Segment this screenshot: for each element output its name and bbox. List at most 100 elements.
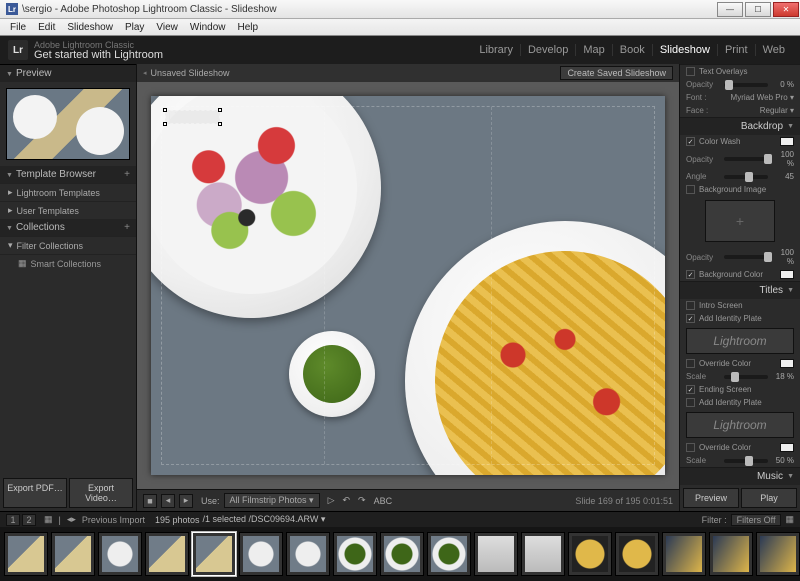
menu-help[interactable]: Help — [231, 22, 264, 33]
backdrop-header[interactable]: Backdrop▼ — [680, 118, 800, 135]
template-item[interactable]: ▸Lightroom Templates — [0, 183, 136, 201]
create-saved-slideshow-button[interactable]: Create Saved Slideshow — [560, 66, 673, 80]
filter-lock-icon[interactable]: ▦ — [785, 514, 794, 525]
filmstrip-thumb[interactable] — [427, 532, 471, 576]
module-book[interactable]: Book — [612, 44, 652, 56]
colorwash-swatch[interactable] — [780, 137, 794, 146]
module-library[interactable]: Library — [472, 44, 520, 56]
export-pdf-button[interactable]: Export PDF… — [3, 478, 67, 508]
stop-button[interactable]: ■ — [143, 494, 157, 508]
menu-file[interactable]: File — [4, 22, 32, 33]
filmstrip[interactable] — [0, 527, 800, 581]
add-identity-toggle[interactable]: Add Identity Plate — [680, 312, 800, 325]
filmstrip-thumb[interactable] — [662, 532, 706, 576]
nav-fwd-icon[interactable]: ▸ — [71, 514, 76, 525]
opacity-slider[interactable] — [724, 83, 768, 87]
filmstrip-thumb[interactable] — [709, 532, 753, 576]
export-video-button[interactable]: Export Video… — [69, 478, 133, 508]
filmstrip-thumb[interactable] — [98, 532, 142, 576]
resize-handle[interactable] — [218, 122, 222, 126]
identity-plate-preview-2[interactable]: Lightroom — [686, 412, 794, 438]
minimize-button[interactable]: — — [717, 2, 743, 17]
add-collection-button[interactable]: + — [124, 222, 130, 233]
use-dropdown[interactable]: All Filmstrip Photos ▾ — [224, 493, 320, 508]
filter-dropdown[interactable]: Filters Off — [731, 514, 782, 526]
override-swatch[interactable] — [780, 359, 794, 368]
filmstrip-thumb[interactable] — [192, 532, 236, 576]
collapse-left-icon[interactable]: ◂ — [143, 69, 147, 77]
filmstrip-thumb[interactable] — [615, 532, 659, 576]
source-label[interactable]: Previous Import — [82, 515, 145, 525]
filmstrip-thumb[interactable] — [333, 532, 377, 576]
grid-icon[interactable]: ▦ — [44, 514, 53, 525]
display-2-button[interactable]: 2 — [22, 514, 36, 526]
bg-image-toggle[interactable]: Background Image — [680, 183, 800, 196]
collections-header[interactable]: ▼Collections + — [0, 219, 136, 236]
add-identity2-toggle[interactable]: Add Identity Plate — [680, 396, 800, 409]
menu-edit[interactable]: Edit — [32, 22, 61, 33]
filmstrip-thumb[interactable] — [380, 532, 424, 576]
identity-plate-overlay[interactable]: Lightroom — [165, 110, 220, 124]
ending-screen-toggle[interactable]: Ending Screen — [680, 383, 800, 396]
add-template-button[interactable]: + — [124, 169, 130, 180]
next-slide-button[interactable]: ▸ — [179, 494, 193, 508]
maximize-button[interactable]: ☐ — [745, 2, 771, 17]
text-overlays-toggle[interactable]: Text Overlays — [680, 65, 800, 78]
prev-slide-button[interactable]: ◂ — [161, 494, 175, 508]
text-overlay-button[interactable]: ABC — [374, 496, 393, 506]
checkbox-icon[interactable] — [686, 67, 695, 76]
rotate-ccw-icon[interactable]: ↶ — [343, 495, 351, 506]
scale-slider[interactable] — [724, 375, 768, 379]
rotate-cw-icon[interactable]: ↷ — [358, 495, 366, 506]
slideshow-stage[interactable]: Lightroom — [137, 82, 679, 489]
bg-color-toggle[interactable]: Background Color — [680, 268, 800, 281]
font-dropdown[interactable]: Myriad Web Pro ▾ — [724, 93, 794, 102]
menu-play[interactable]: Play — [119, 22, 150, 33]
preview-button[interactable]: Preview — [683, 488, 739, 508]
color-wash-toggle[interactable]: Color Wash — [680, 135, 800, 148]
checkbox-icon[interactable] — [686, 359, 695, 368]
menu-window[interactable]: Window — [184, 22, 232, 33]
close-button[interactable]: ✕ — [773, 2, 799, 17]
cw-opacity-slider[interactable] — [724, 157, 768, 161]
filmstrip-thumb[interactable] — [756, 532, 800, 576]
module-map[interactable]: Map — [575, 44, 611, 56]
scale2-slider[interactable] — [724, 459, 768, 463]
checkbox-icon[interactable] — [686, 385, 695, 394]
preview-panel-header[interactable]: ▼Preview — [0, 65, 136, 82]
slide-canvas[interactable]: Lightroom — [151, 96, 665, 475]
module-web[interactable]: Web — [755, 44, 792, 56]
override2-swatch[interactable] — [780, 443, 794, 452]
play-button[interactable]: Play — [741, 488, 797, 508]
menu-view[interactable]: View — [150, 22, 184, 33]
preview-thumbnail[interactable] — [6, 88, 130, 160]
override-color2-toggle[interactable]: Override Color — [680, 441, 800, 454]
checkbox-icon[interactable] — [686, 270, 695, 279]
override-color-toggle[interactable]: Override Color — [680, 357, 800, 370]
checkbox-icon[interactable] — [686, 398, 695, 407]
checkbox-icon[interactable] — [686, 301, 695, 310]
cw-angle-slider[interactable] — [724, 175, 768, 179]
resize-handle[interactable] — [163, 108, 167, 112]
template-browser-header[interactable]: ▼Template Browser + — [0, 166, 136, 183]
module-print[interactable]: Print — [717, 44, 755, 56]
play-preview-icon[interactable]: ▷ — [328, 495, 335, 506]
checkbox-icon[interactable] — [686, 443, 695, 452]
titles-header[interactable]: Titles▼ — [680, 282, 800, 299]
collection-item[interactable]: ▾Filter Collections — [0, 236, 136, 254]
module-develop[interactable]: Develop — [520, 44, 575, 56]
music-header[interactable]: Music▼ — [680, 468, 800, 485]
filmstrip-thumb[interactable] — [51, 532, 95, 576]
bg-image-dropzone[interactable]: + — [705, 200, 775, 242]
checkbox-icon[interactable] — [686, 314, 695, 323]
checkbox-icon[interactable] — [686, 137, 695, 146]
collection-item[interactable]: ▦Smart Collections — [0, 254, 136, 272]
module-slideshow[interactable]: Slideshow — [652, 44, 717, 56]
filmstrip-thumb[interactable] — [4, 532, 48, 576]
bgimg-opacity-slider[interactable] — [724, 255, 768, 259]
filmstrip-thumb[interactable] — [568, 532, 612, 576]
bgcolor-swatch[interactable] — [780, 270, 794, 279]
resize-handle[interactable] — [163, 122, 167, 126]
face-dropdown[interactable]: Regular ▾ — [724, 106, 794, 115]
filmstrip-thumb[interactable] — [474, 532, 518, 576]
